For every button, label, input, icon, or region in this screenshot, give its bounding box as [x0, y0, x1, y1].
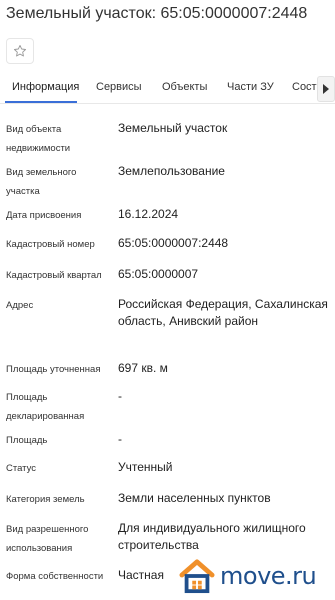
move-ru-watermark: move.ru: [178, 556, 328, 596]
field-label: Вид разрешенного использования: [6, 524, 89, 554]
field-value: -: [118, 432, 122, 446]
tabs-scroll-right-button[interactable]: [317, 76, 335, 102]
star-outline-icon: [13, 44, 27, 57]
watermark-text: move.ru: [220, 562, 317, 590]
tab-bar: Информация Сервисы Объекты Части ЗУ Сост…: [0, 72, 335, 104]
field-label: Категория земель: [6, 494, 85, 505]
page-title: Земельный участок: 65:05:0000007:2448: [6, 5, 308, 22]
field-value: 65:05:0000007: [118, 267, 199, 281]
field-label: Вид объекта недвижимости: [6, 124, 71, 154]
field-value: Для индивидуального жилищного строительс…: [118, 521, 306, 552]
field-label: Форма собственности: [6, 571, 104, 582]
field-value: 65:05:0000007:2448: [118, 236, 229, 250]
field-label: Кадастровый номер: [6, 239, 95, 250]
field-label: Адрес: [6, 300, 34, 311]
field-value: 697 кв. м: [118, 361, 168, 375]
active-tab-indicator: [5, 101, 77, 103]
field-value: 16.12.2024: [118, 207, 179, 221]
field-label: Статус: [6, 463, 37, 474]
house-logo-icon: [179, 559, 215, 594]
field-value: Российская Федерация, Сахалинская област…: [118, 297, 328, 328]
field-label: Вид земельного участка: [6, 167, 77, 197]
field-label: Кадастровый квартал: [6, 270, 102, 281]
field-value: Земельный участок: [118, 121, 228, 135]
tab-services[interactable]: Сервисы: [96, 80, 142, 94]
field-value: Учтенный: [118, 460, 173, 474]
tab-parts[interactable]: Части ЗУ: [227, 80, 274, 94]
field-label: Площадь уточненная: [6, 364, 101, 375]
field-value: -: [118, 389, 122, 403]
field-label: Дата присвоения: [6, 210, 82, 221]
tab-objects[interactable]: Объекты: [162, 80, 207, 94]
field-value: Земли населенных пунктов: [118, 491, 271, 505]
field-value: Землепользование: [118, 164, 225, 178]
field-label: Площадь декларированная: [6, 392, 85, 422]
favorite-button[interactable]: [6, 38, 34, 64]
tab-info[interactable]: Информация: [12, 80, 79, 94]
field-label: Площадь: [6, 435, 48, 446]
chevron-right-icon: [323, 84, 329, 94]
